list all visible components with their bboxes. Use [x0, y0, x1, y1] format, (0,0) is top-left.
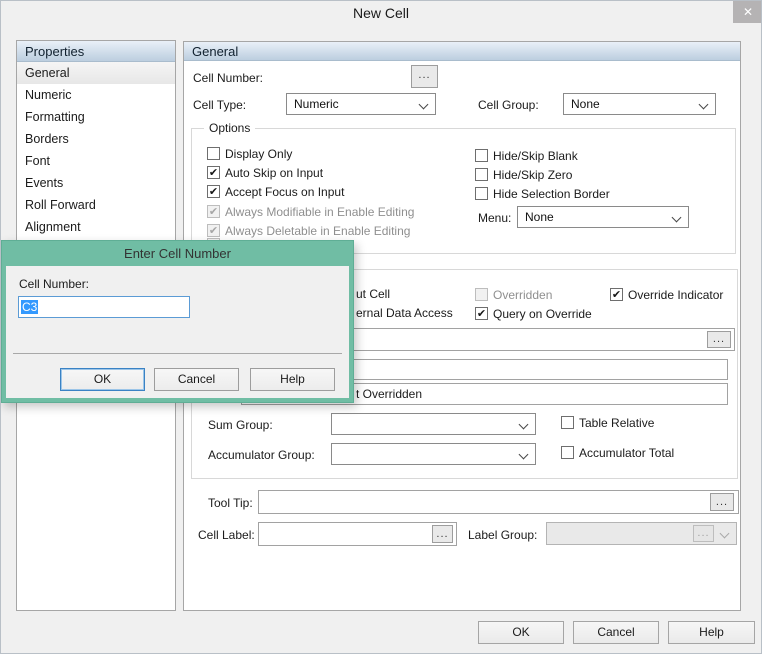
chevron-down-icon	[418, 99, 429, 110]
properties-panel-header: Properties	[17, 41, 175, 62]
cell-number-label: Cell Number:	[193, 71, 264, 85]
sidebar-item-formatting[interactable]: Formatting	[17, 106, 175, 128]
external-data-access-label-fragment[interactable]: ernal Data Access	[356, 306, 453, 320]
cell-label-input[interactable]	[258, 522, 457, 546]
checkbox-hide-selection-border-label[interactable]: Hide Selection Border	[493, 187, 610, 201]
sidebar-item-roll-forward[interactable]: Roll Forward	[17, 194, 175, 216]
checkbox-always-modifiable	[207, 205, 220, 218]
checkbox-accumulator-total[interactable]	[561, 446, 574, 459]
label-group-ellipsis-button: ...	[693, 525, 714, 542]
modal-cell-number-label: Cell Number:	[19, 277, 90, 291]
checkbox-override-indicator[interactable]	[610, 288, 623, 301]
close-icon: ✕	[742, 5, 754, 19]
tool-tip-label: Tool Tip:	[208, 496, 253, 510]
cell-number-input[interactable]: C3	[18, 296, 190, 318]
checkbox-hide-skip-zero[interactable]	[475, 168, 488, 181]
options-group-title: Options	[204, 121, 256, 135]
modal-cancel-button[interactable]: Cancel	[154, 368, 239, 391]
checkbox-query-on-override-label[interactable]: Query on Override	[493, 307, 592, 321]
menu-value: None	[525, 210, 554, 224]
close-button[interactable]: ✕	[733, 1, 761, 23]
cell-group-value: None	[571, 97, 600, 111]
sum-group-select[interactable]	[331, 413, 536, 435]
menu-label: Menu:	[478, 211, 512, 225]
sidebar-item-alignment[interactable]: Alignment	[17, 216, 175, 238]
checkbox-override-indicator-label[interactable]: Override Indicator	[628, 288, 723, 302]
checkbox-accept-focus-on-input[interactable]	[207, 185, 220, 198]
selected-text: C3	[21, 300, 39, 314]
cell-type-select[interactable]: Numeric	[286, 93, 436, 115]
checkbox-accept-focus-on-input-label[interactable]: Accept Focus on Input	[225, 185, 344, 199]
checkbox-overridden-label: Overridden	[493, 288, 553, 302]
checkbox-always-modifiable-label: Always Modifiable in Enable Editing	[225, 205, 415, 219]
sidebar-item-font[interactable]: Font	[17, 150, 175, 172]
label-group-label: Label Group:	[468, 528, 538, 542]
new-cell-dialog: New Cell ✕ Properties General Numeric Fo…	[0, 0, 762, 654]
cell-type-value: Numeric	[294, 97, 339, 111]
tool-tip-input[interactable]	[258, 490, 739, 514]
sidebar-item-borders[interactable]: Borders	[17, 128, 175, 150]
override-group-textbox-1-ellipsis-button[interactable]: ...	[707, 331, 731, 348]
checkbox-table-relative[interactable]	[561, 416, 574, 429]
cell-label-ellipsis-button[interactable]: ...	[432, 525, 453, 543]
checkbox-display-only[interactable]	[207, 147, 220, 160]
window-title: New Cell	[352, 5, 409, 21]
checkbox-display-only-label[interactable]: Display Only	[225, 147, 292, 161]
chevron-down-icon	[698, 99, 709, 110]
overridden-textbox-value-fragment: t Overridden	[356, 387, 423, 401]
checkbox-always-deletable-label: Always Deletable in Enable Editing	[225, 224, 411, 238]
checkbox-hide-skip-blank[interactable]	[475, 149, 488, 162]
modal-title: Enter Cell Number	[124, 246, 231, 261]
cell-group-label: Cell Group:	[478, 98, 539, 112]
checkbox-accumulator-total-label[interactable]: Accumulator Total	[579, 446, 674, 460]
sum-group-label: Sum Group:	[208, 418, 273, 432]
chevron-down-icon	[719, 528, 730, 539]
cell-number-ellipsis-button[interactable]: ...	[411, 65, 438, 88]
sidebar-item-events[interactable]: Events	[17, 172, 175, 194]
cell-group-select[interactable]: None	[563, 93, 716, 115]
checkbox-hide-skip-blank-label[interactable]: Hide/Skip Blank	[493, 149, 578, 163]
checkbox-auto-skip-on-input-label[interactable]: Auto Skip on Input	[225, 166, 323, 180]
sidebar-item-numeric[interactable]: Numeric	[17, 84, 175, 106]
checkbox-hide-selection-border[interactable]	[475, 187, 488, 200]
chevron-down-icon	[671, 212, 682, 223]
modal-help-button[interactable]: Help	[250, 368, 335, 391]
dialog-help-button[interactable]: Help	[668, 621, 755, 644]
separator	[13, 353, 342, 354]
general-panel-header: General	[184, 42, 740, 61]
chevron-down-icon	[518, 449, 529, 460]
accumulator-group-label: Accumulator Group:	[208, 448, 315, 462]
chevron-down-icon	[518, 419, 529, 430]
modal-ok-button[interactable]: OK	[60, 368, 145, 391]
tool-tip-ellipsis-button[interactable]: ...	[710, 493, 734, 511]
dialog-ok-button[interactable]: OK	[478, 621, 564, 644]
cell-type-label: Cell Type:	[193, 98, 247, 112]
checkbox-overridden	[475, 288, 488, 301]
modal-body: Cell Number: C3 OK Cancel Help	[6, 266, 349, 398]
checkbox-table-relative-label[interactable]: Table Relative	[579, 416, 654, 430]
checkbox-auto-skip-on-input[interactable]	[207, 166, 220, 179]
checkbox-query-on-override[interactable]	[475, 307, 488, 320]
input-cell-label-fragment[interactable]: ut Cell	[356, 287, 390, 301]
accumulator-group-select[interactable]	[331, 443, 536, 465]
checkbox-always-deletable	[207, 224, 220, 237]
cell-label-label: Cell Label:	[198, 528, 255, 542]
menu-select[interactable]: None	[517, 206, 689, 228]
enter-cell-number-dialog: Enter Cell Number Cell Number: C3 OK Can…	[1, 240, 354, 403]
dialog-cancel-button[interactable]: Cancel	[573, 621, 659, 644]
checkbox-hide-skip-zero-label[interactable]: Hide/Skip Zero	[493, 168, 572, 182]
sidebar-item-general[interactable]: General	[17, 62, 175, 84]
